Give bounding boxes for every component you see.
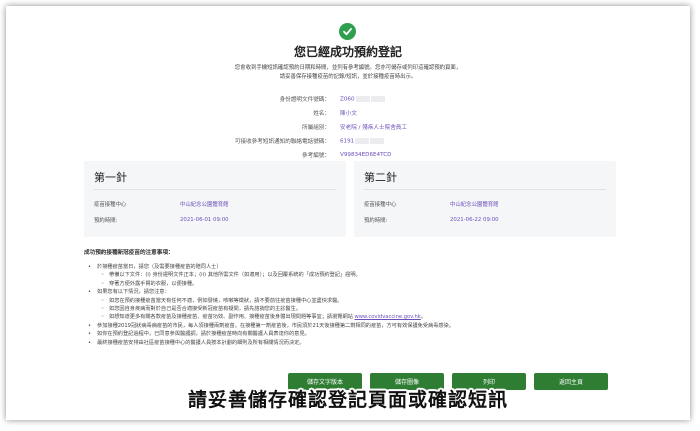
intro-line-1: 您會收到手機短訊確認預約日期和時間，並列有參考編號。您亦可儲存或列印這確認預約頁… [234, 65, 462, 71]
list-item: • 最終接種疫苗安排由社區疫苗接種中心的醫護人員按本計劃的細則及所有相關情況而決定… [88, 339, 305, 346]
list-subitem: ◦ 如想知道更多有關各款疫苗及接種疫苗、疫苗功效、副作用、接種疫苗後身體出現問題等… [101, 314, 427, 321]
dose-1-date: 預約時間: 2021-06-01 09:00 [94, 212, 336, 228]
dose-2-title: 第二針 [364, 171, 397, 184]
info-value: V99834ED6E4TCD [340, 152, 392, 158]
list-item: • 參加接種2019冠狀病毒病疫苗的市民，每人須接種兩劑疫苗。在接種第一劑疫苗後，… [88, 322, 454, 329]
page-title: 您已經成功預約登記 [293, 45, 402, 59]
centre-label: 疫苗接種中心 [364, 202, 397, 208]
dose-1-card: 第一針 疫苗接種中心 中山紀念公園體育館 預約時間: 2021-06-01 09… [84, 161, 346, 237]
centre-value: 中山紀念公園體育館 [180, 202, 229, 208]
booking-info: 身份證明文件號碼： Z060 姓名： 陳小文 所屬組別： 安老院 / 殘疾人士院… [126, 92, 566, 162]
dose-1-title: 第一針 [94, 171, 127, 184]
intro-text: 您會收到手機短訊確認預約日期和時間，並列有參考編號。您亦可儲存或列印這確認預約頁… [196, 64, 500, 82]
intro-line-2: 請妥善保存接種疫苗的記錄/短訊，並於接種疫苗時出示。 [279, 74, 417, 80]
list-item: • 如你在預約登記過程中，已同意參與醫護調，請於接種疫苗時向有關醫護人員表達你的意… [88, 331, 310, 338]
info-value: Z060 [340, 95, 385, 102]
info-row-reference: 參考編號： V99834ED6E4TCD [126, 148, 566, 162]
covidvaccine-link[interactable]: www.covidvaccine.gov.hk [354, 314, 420, 320]
info-row-id: 身份證明文件號碼： Z060 [126, 92, 566, 106]
dose-2-centre: 疫苗接種中心 中山紀念公園體育館 [364, 196, 606, 212]
info-label: 身份證明文件號碼： [279, 97, 330, 103]
divider [94, 189, 336, 190]
date-value: 2021-06-22 09:00 [450, 217, 499, 223]
info-row-group: 所屬組別： 安老院 / 殘疾人士院舍員工 [126, 120, 566, 134]
date-value: 2021-06-01 09:00 [180, 217, 229, 223]
list-subitem: ◦ 如您因自身疾病而對於自己是否合適接受新冠疫苗有疑問，請先諮詢您的主診醫生。 [101, 306, 301, 313]
notes-list: • 於接種疫苗當日，請您（及需要接種疫苗的陪同人士） ◦ 帶備以下文件：(i) 身份… [88, 263, 628, 347]
dose-2-card: 第二針 疫苗接種中心 中山紀念公園體育館 預約時間: 2021-06-22 09… [354, 161, 616, 237]
info-label: 參考編號： [302, 153, 330, 159]
dose-1-centre: 疫苗接種中心 中山紀念公園體育館 [94, 196, 336, 212]
info-value: 安老院 / 殘疾人士院舍員工 [340, 125, 407, 131]
info-label: 所屬組別： [302, 125, 330, 131]
redaction-blur [370, 95, 385, 102]
video-subtitle: 請妥善儲存確認登記頁面或確認短訊 [187, 389, 508, 411]
divider [364, 189, 606, 190]
notes-title: 成功預約接種新冠疫苗的注意事項： [84, 250, 174, 256]
redaction-blur [370, 137, 385, 144]
list-item: • 如果您有以下情況，請您注意： [88, 289, 170, 296]
list-subitem: ◦ 如您在預約接種疫苗當天有任何不適，例如發燒，咳嗽等徵狀，請不要前往疫苗接種中心… [101, 297, 343, 304]
list-subitem: ◦ 穿著方便外露手臂的衣服，以便接種。 [101, 280, 198, 287]
info-label: 可接收參考短訊通知的聯絡電話號碼： [234, 139, 330, 145]
date-label: 預約時間: [364, 218, 388, 224]
list-subitem: ◦ 帶備以下文件：(i) 身份證明文件正本；(ii) 其他所需文件（如適用）；以及… [101, 272, 361, 279]
info-row-phone: 可接收參考短訊通知的聯絡電話號碼： 6191 [126, 134, 566, 148]
info-label: 姓名： [313, 111, 330, 117]
success-check-icon [339, 23, 356, 40]
date-label: 預約時間: [94, 218, 118, 224]
browser-viewport: 您已經成功預約登記 您會收到手機短訊確認預約日期和時間，並列有參考編號。您亦可儲… [6, 6, 690, 420]
dose-2-date: 預約時間: 2021-06-22 09:00 [364, 212, 606, 228]
info-value: 6191 [340, 137, 385, 144]
redaction-blur [355, 137, 370, 144]
centre-value: 中山紀念公園體育館 [450, 202, 499, 208]
redaction-blur [355, 95, 370, 102]
info-value: 陳小文 [340, 111, 357, 117]
centre-label: 疫苗接種中心 [94, 202, 127, 208]
info-row-name: 姓名： 陳小文 [126, 106, 566, 120]
list-item: • 於接種疫苗當日，請您（及需要接種疫苗的陪同人士） [88, 264, 222, 270]
